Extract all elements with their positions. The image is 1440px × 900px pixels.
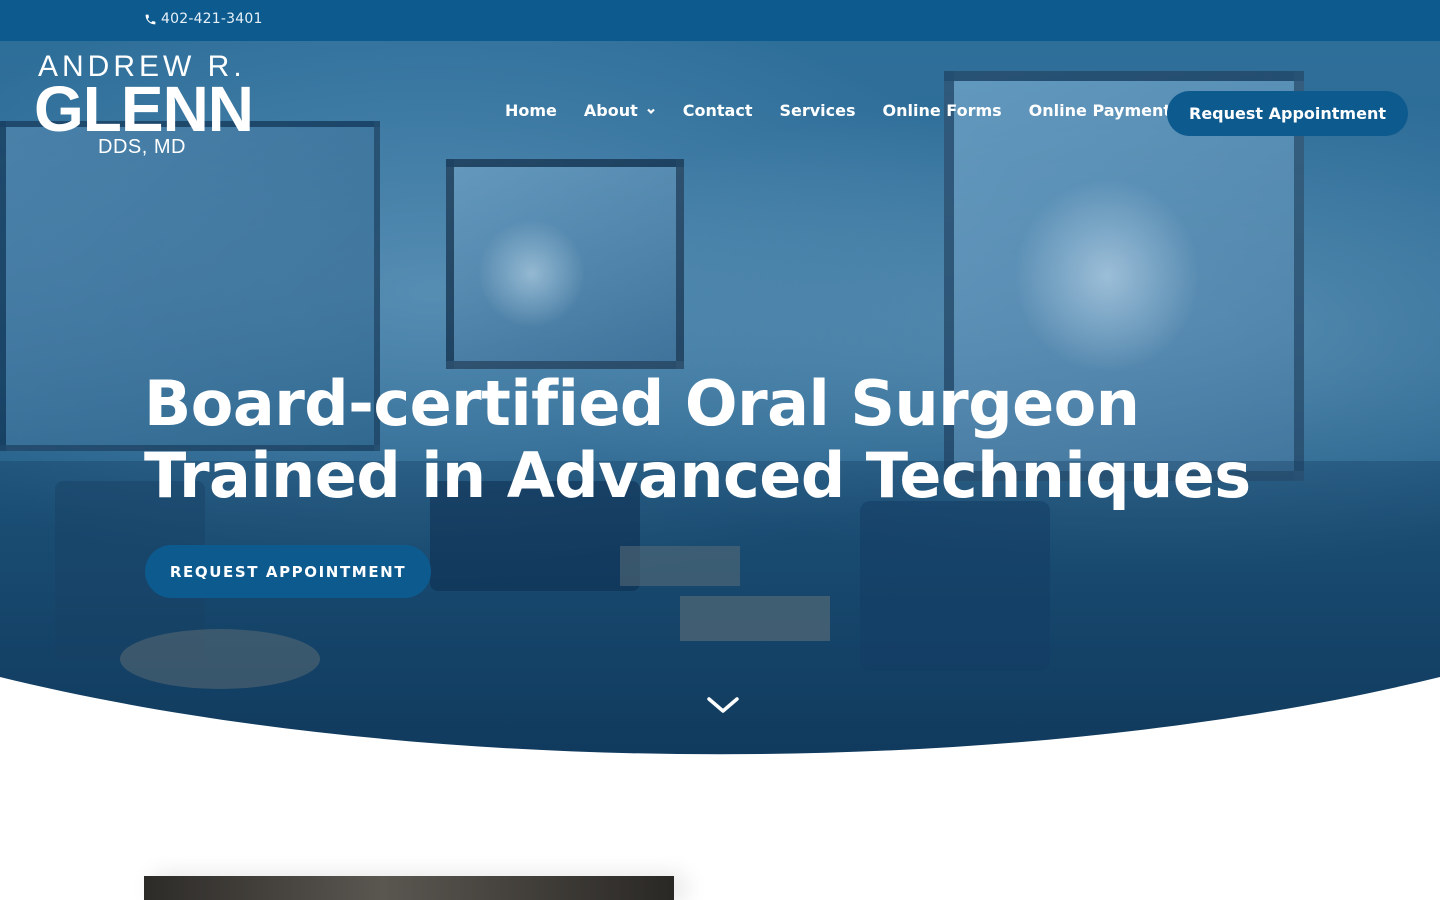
- nav-about[interactable]: About: [584, 101, 656, 120]
- chevron-down-icon: [647, 108, 655, 114]
- logo-line-2: GLENN: [34, 73, 254, 145]
- nav-online-forms[interactable]: Online Forms: [883, 101, 1002, 120]
- hero-table: [680, 596, 830, 641]
- hero-chair-right: [860, 501, 1050, 671]
- hero-art-middle: [446, 159, 684, 369]
- nav-online-payment[interactable]: Online Payment: [1029, 101, 1171, 120]
- scroll-down-button[interactable]: [705, 692, 741, 718]
- main-nav: Home About Contact Services Online Forms…: [505, 101, 1198, 120]
- hero-request-appointment-button[interactable]: REQUEST APPOINTMENT: [145, 545, 431, 598]
- logo-line-3: DDS, MD: [98, 136, 186, 158]
- phone-link[interactable]: 402-421-3401: [144, 11, 263, 27]
- nav-contact-label: Contact: [682, 101, 753, 120]
- top-bar: 402-421-3401: [0, 0, 1440, 41]
- chevron-down-icon: [707, 697, 739, 713]
- nav-online-payment-label: Online Payment: [1028, 101, 1172, 120]
- nav-home[interactable]: Home: [505, 101, 557, 120]
- hero-headline-line-2: Trained in Advanced Techniques: [144, 439, 1251, 512]
- request-appointment-button[interactable]: Request Appointment: [1167, 91, 1408, 136]
- hero-headline-line-1: Board-certified Oral Surgeon: [144, 367, 1140, 440]
- nav-contact[interactable]: Contact: [683, 101, 753, 120]
- hero-table: [620, 546, 740, 586]
- site-logo[interactable]: ANDREW R. GLENN DDS, MD: [34, 50, 266, 160]
- nav-services[interactable]: Services: [779, 101, 855, 120]
- nav-services-label: Services: [779, 101, 856, 120]
- hero-headline: Board-certified Oral Surgeon Trained in …: [144, 368, 1324, 512]
- intro-image: [144, 876, 674, 900]
- nav-home-label: Home: [505, 101, 557, 120]
- phone-number: 402-421-3401: [161, 11, 263, 27]
- phone-icon: [145, 14, 156, 24]
- nav-online-forms-label: Online Forms: [882, 101, 1002, 120]
- nav-about-label: About: [583, 101, 638, 120]
